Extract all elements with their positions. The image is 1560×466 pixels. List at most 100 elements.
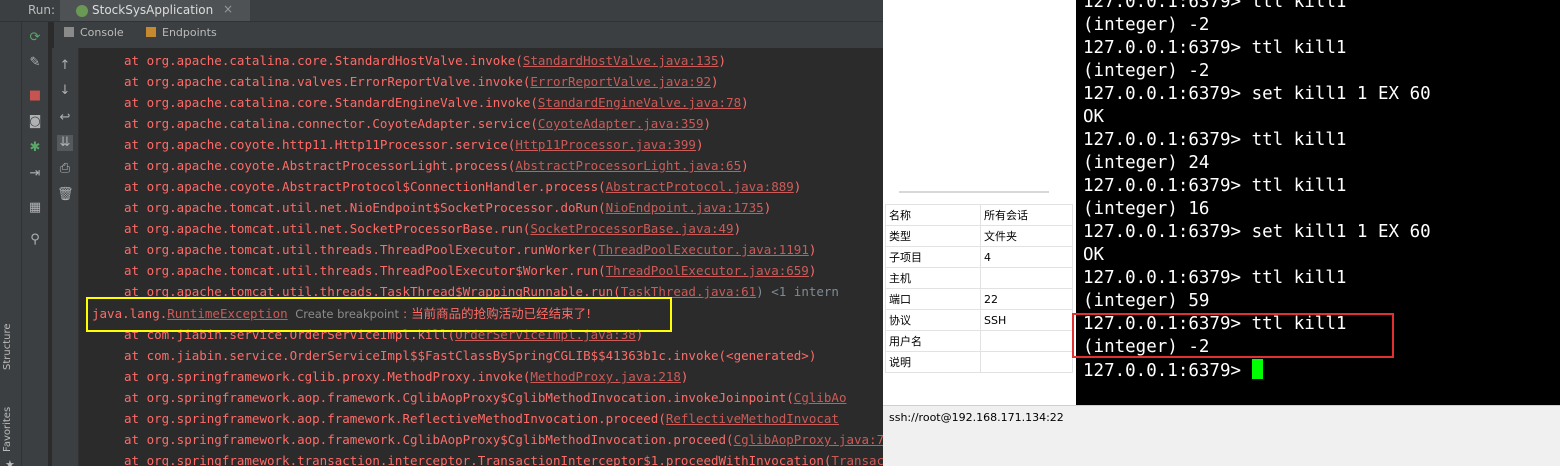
- source-link[interactable]: CoyoteAdapter.java:359: [538, 116, 704, 131]
- terminal-line: 127.0.0.1:6379> ttl kill1: [1083, 268, 1347, 288]
- stack-line: at org.apache.tomcat.util.net.NioEndpoin…: [124, 200, 772, 215]
- exception-highlight-box: [86, 297, 672, 332]
- stack-line: at org.springframework.aop.framework.Cgl…: [124, 429, 883, 450]
- table-row[interactable]: 说明: [885, 351, 1073, 373]
- stack-line: at org.springframework.cglib.proxy.Metho…: [124, 369, 689, 384]
- status-bar-fill: [883, 431, 1560, 466]
- arrow-up-icon[interactable]: ↑: [57, 58, 73, 74]
- source-link[interactable]: StandardHostValve.java:135: [523, 53, 719, 68]
- terminal-line: (integer) -2: [1083, 61, 1210, 81]
- panel-divider: [899, 191, 1049, 193]
- run-actions-toolbar: ⟳ ✎ ■ ◙ ✱ ⇥ ▦ ⚲: [22, 22, 48, 466]
- source-link[interactable]: CglibAo: [794, 390, 847, 405]
- table-row[interactable]: 端口 22: [885, 288, 1073, 310]
- tab-endpoints-label: Endpoints: [162, 26, 217, 39]
- stack-line: at org.apache.coyote.AbstractProcessorLi…: [124, 158, 749, 173]
- source-link[interactable]: AbstractProcessorLight.java:65: [515, 158, 741, 173]
- stack-line: at org.apache.coyote.AbstractProtocol$Co…: [124, 179, 802, 194]
- tab-endpoints[interactable]: Endpoints: [146, 26, 217, 39]
- run-label: Run:: [28, 3, 56, 17]
- tab-console[interactable]: Console: [64, 26, 124, 39]
- ttl-highlight-box: [1072, 313, 1394, 358]
- soft-wrap-icon[interactable]: ↩: [57, 110, 73, 126]
- stack-line: at org.apache.catalina.valves.ErrorRepor…: [124, 74, 719, 89]
- table-row[interactable]: 名称 所有会话: [885, 204, 1073, 226]
- arrow-down-icon[interactable]: ↓: [57, 83, 73, 99]
- star-icon: ★: [5, 458, 15, 466]
- print-icon[interactable]: ⎙: [57, 161, 73, 177]
- source-link[interactable]: StandardEngineValve.java:78: [538, 95, 741, 110]
- run-tab-stocksys[interactable]: StockSysApplication ×: [60, 0, 250, 21]
- table-row[interactable]: 主机: [885, 267, 1073, 289]
- properties-table: 名称 所有会话 类型 文件夹 子项目 4 主机 端口 22 协议 SSH 用户名 说明: [885, 204, 1073, 373]
- source-link[interactable]: Http11Processor.java:399: [515, 137, 696, 152]
- structure-tab[interactable]: Structure: [2, 323, 13, 370]
- stack-line: at org.apache.catalina.connector.CoyoteA…: [124, 116, 712, 131]
- terminal-prompt-line[interactable]: 127.0.0.1:6379>: [1083, 359, 1263, 382]
- terminal-line: 127.0.0.1:6379> ttl kill1: [1083, 0, 1347, 12]
- stack-line: at com.jiabin.service.OrderServiceImpl$$…: [124, 348, 817, 363]
- stack-line: at org.springframework.transaction.inter…: [124, 450, 883, 466]
- source-link[interactable]: ThreadPoolExecutor.java:1191: [598, 242, 809, 257]
- stack-line: at org.apache.tomcat.util.net.SocketProc…: [124, 221, 742, 236]
- camera-icon[interactable]: ◙: [27, 114, 43, 130]
- run-toolbar: Run: StockSysApplication ×: [0, 0, 883, 22]
- favorites-tab[interactable]: Favorites: [2, 407, 13, 452]
- terminal-line: 127.0.0.1:6379> ttl kill1: [1083, 130, 1347, 150]
- console-icon: [64, 27, 74, 37]
- source-link[interactable]: ThreadPoolExecutor.java:659: [606, 263, 809, 278]
- console-output[interactable]: at org.apache.catalina.core.StandardHost…: [79, 48, 883, 466]
- terminal-line: OK: [1083, 107, 1105, 127]
- source-link[interactable]: NioEndpoint.java:1735: [606, 200, 764, 215]
- source-link[interactable]: CglibAopProxy.java:753: [734, 432, 883, 447]
- console-actions-toolbar: ↑ ↓ ↩ ⇊ ⎙ 🗑: [52, 48, 79, 466]
- source-link[interactable]: ErrorReportValve.java:92: [530, 74, 711, 89]
- exit-icon[interactable]: ⇥: [27, 166, 43, 182]
- table-row[interactable]: 子项目 4: [885, 246, 1073, 268]
- source-link[interactable]: AbstractProtocol.java:889: [606, 179, 794, 194]
- terminal-line: 127.0.0.1:6379> set kill1 1 EX 60: [1083, 84, 1431, 104]
- terminal-line: 127.0.0.1:6379> set kill1 1 EX 60: [1083, 222, 1431, 242]
- run-tab-label: StockSysApplication: [92, 3, 214, 17]
- stack-line: at org.apache.tomcat.util.threads.Thread…: [124, 242, 817, 257]
- terminal-line: (integer) 59: [1083, 291, 1210, 311]
- session-properties-panel: 名称 所有会话 类型 文件夹 子项目 4 主机 端口 22 协议 SSH 用户名 说明: [883, 0, 1076, 466]
- terminal-cursor: [1251, 359, 1263, 379]
- scroll-to-end-icon[interactable]: ⇊: [57, 135, 73, 151]
- terminal-line: (integer) 16: [1083, 199, 1210, 219]
- source-link[interactable]: ReflectiveMethodInvocat: [666, 411, 839, 426]
- session-address: ssh://root@192.168.171.134:22: [889, 411, 1064, 424]
- tab-console-label: Console: [80, 26, 124, 39]
- stop-icon[interactable]: ■: [27, 88, 43, 104]
- close-icon[interactable]: ×: [223, 2, 233, 16]
- rerun-icon[interactable]: ⟳: [27, 30, 43, 46]
- pin-icon[interactable]: ⚲: [27, 232, 43, 248]
- layout-icon[interactable]: ▦: [27, 200, 43, 216]
- spring-boot-icon: [76, 5, 88, 17]
- endpoints-icon: [146, 27, 156, 37]
- table-row[interactable]: 用户名: [885, 330, 1073, 352]
- stack-line: at org.springframework.aop.framework.Cgl…: [124, 390, 847, 405]
- source-link[interactable]: SocketProcessorBase.java:49: [530, 221, 733, 236]
- source-link[interactable]: TransactionInterceptor.java:123: [831, 453, 883, 466]
- trash-icon[interactable]: 🗑: [57, 187, 74, 203]
- status-bar: ssh://root@192.168.171.134:22: [883, 405, 1560, 432]
- terminal-line: (integer) -2: [1083, 15, 1210, 35]
- terminal-line: OK: [1083, 245, 1105, 265]
- side-tool-strip: Structure Favorites ★: [0, 22, 22, 466]
- source-link[interactable]: MethodProxy.java:218: [530, 369, 681, 384]
- debug-icon[interactable]: ✱: [27, 140, 43, 156]
- stack-line: at org.apache.tomcat.util.threads.Thread…: [124, 263, 817, 278]
- wrench-icon[interactable]: ✎: [27, 55, 43, 71]
- table-row[interactable]: 协议 SSH: [885, 309, 1073, 331]
- terminal-line: 127.0.0.1:6379> ttl kill1: [1083, 38, 1347, 58]
- stack-line: at org.apache.catalina.core.StandardHost…: [124, 53, 727, 68]
- table-row[interactable]: 类型 文件夹: [885, 225, 1073, 247]
- terminal-line: (integer) 24: [1083, 153, 1210, 173]
- stack-line: at org.apache.coyote.http11.Http11Proces…: [124, 137, 704, 152]
- stack-line: at org.springframework.aop.framework.Ref…: [124, 411, 839, 426]
- stack-line: at org.apache.catalina.core.StandardEngi…: [124, 95, 749, 110]
- ide-run-panel: Run: StockSysApplication × Structure Fav…: [0, 0, 883, 466]
- terminal-line: 127.0.0.1:6379> ttl kill1: [1083, 176, 1347, 196]
- console-subtabs: Console Endpoints: [54, 22, 883, 48]
